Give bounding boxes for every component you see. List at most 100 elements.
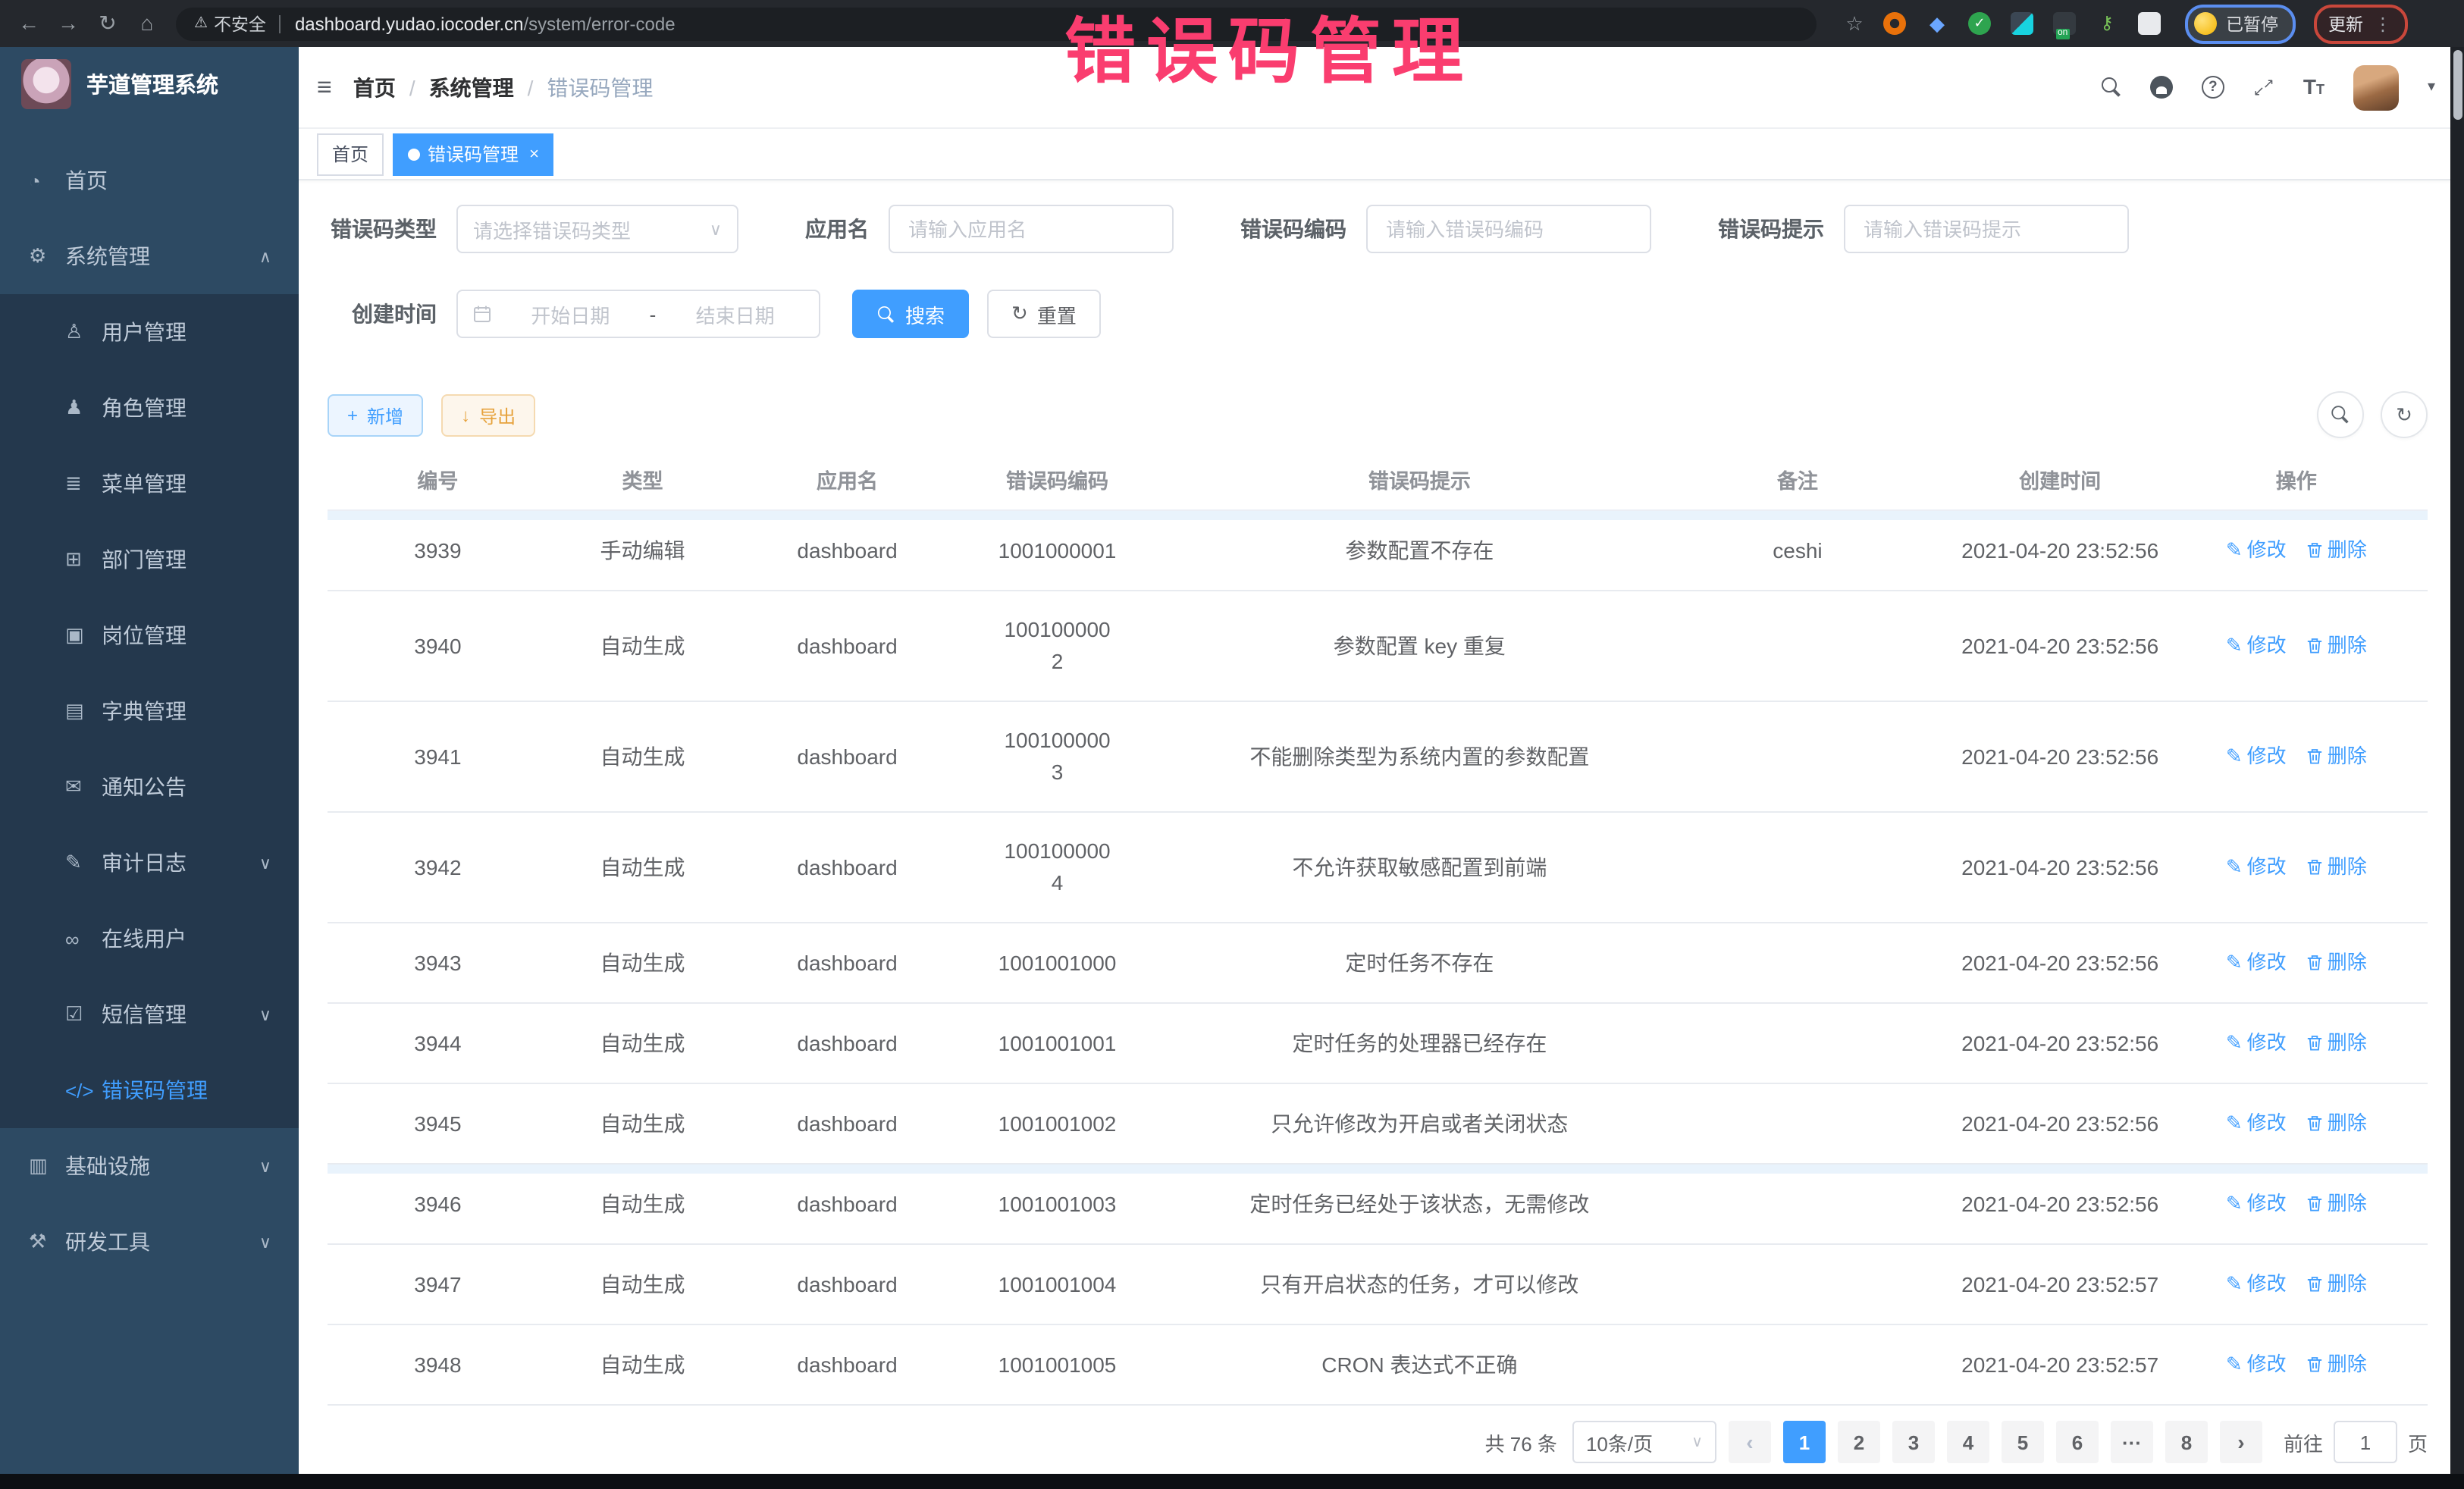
browser-update-button[interactable]: 更新 ⋮ — [2313, 4, 2407, 43]
sidebar-item[interactable]: ≣菜单管理 — [0, 446, 299, 522]
edit-link[interactable]: ✎修改 — [2226, 1187, 2287, 1221]
search-button[interactable]: 搜索 — [852, 290, 969, 338]
edit-link[interactable]: ✎修改 — [2226, 740, 2287, 773]
edit-link[interactable]: ✎修改 — [2226, 1268, 2287, 1301]
dictionary-icon: ▤ — [65, 699, 102, 723]
page-number-button[interactable]: 1 — [1783, 1421, 1826, 1463]
toggle-search-button[interactable] — [2317, 391, 2364, 438]
edit-link[interactable]: ✎修改 — [2226, 1348, 2287, 1381]
breadcrumb-home[interactable]: 首页 — [353, 72, 396, 102]
cell-app: dashboard — [737, 629, 958, 663]
extension-icon[interactable] — [1883, 12, 1906, 35]
error-type-select[interactable]: 请选择错误码类型 ∨ — [456, 205, 738, 253]
github-icon[interactable] — [2150, 76, 2173, 99]
delete-link[interactable]: 删除 — [2306, 946, 2367, 980]
puzzle-extension-icon[interactable] — [2138, 12, 2161, 35]
sidebar-item[interactable]: ✉通知公告 — [0, 749, 299, 825]
add-button[interactable]: + 新增 — [328, 394, 423, 437]
sidebar-item[interactable]: ⊞部门管理 — [0, 522, 299, 597]
delete-link[interactable]: 删除 — [2306, 1107, 2367, 1140]
page-scrollbar[interactable] — [2450, 47, 2464, 1474]
app-name-input[interactable] — [905, 216, 1157, 242]
sidebar-item[interactable]: ⚒研发工具∨ — [0, 1204, 299, 1280]
extension-icon[interactable]: ✓ — [1968, 12, 1991, 35]
search-icon[interactable] — [2102, 77, 2121, 97]
browser-menu-kebab-icon[interactable]: ⋮ — [2374, 13, 2392, 34]
column-header-app: 应用名 — [737, 466, 958, 499]
next-page-button[interactable]: › — [2220, 1421, 2262, 1463]
bookmark-star-icon[interactable]: ☆ — [1838, 11, 1871, 36]
browser-reload-icon[interactable]: ↻ — [88, 0, 127, 47]
browser-home-icon[interactable]: ⌂ — [127, 0, 167, 47]
sidebar-item[interactable]: ◔首页 — [0, 143, 299, 218]
delete-link[interactable]: 删除 — [2306, 534, 2367, 567]
edit-link[interactable]: ✎修改 — [2226, 1107, 2287, 1140]
tag-home[interactable]: 首页 — [317, 133, 384, 175]
browser-back-icon[interactable]: ← — [9, 0, 49, 47]
edit-link[interactable]: ✎修改 — [2226, 946, 2287, 980]
sidebar-item[interactable]: ▥基础设施∨ — [0, 1128, 299, 1204]
delete-link[interactable]: 删除 — [2306, 1348, 2367, 1381]
trash-icon — [2306, 954, 2323, 972]
scrollbar-thumb[interactable] — [2453, 50, 2462, 120]
sidebar-item[interactable]: ♟角色管理 — [0, 370, 299, 446]
page-number-button[interactable]: 3 — [1892, 1421, 1935, 1463]
font-size-icon[interactable]: TT — [2303, 75, 2324, 99]
tag-close-icon[interactable]: × — [529, 145, 539, 163]
delete-link[interactable]: 删除 — [2306, 1187, 2367, 1221]
browser-profile-button[interactable]: 已暂停 — [2185, 4, 2295, 43]
prev-page-button[interactable]: ‹ — [1729, 1421, 1771, 1463]
browser-forward-icon[interactable]: → — [49, 0, 88, 47]
edit-link[interactable]: ✎修改 — [2226, 534, 2287, 567]
page-size-select[interactable]: 10条/页 ∨ — [1572, 1421, 1716, 1463]
edit-link[interactable]: ✎修改 — [2226, 629, 2287, 663]
fullscreen-icon[interactable]: ↗↙ — [2253, 77, 2274, 98]
avatar-caret-icon[interactable]: ▾ — [2428, 79, 2435, 96]
tag-error-code[interactable]: 错误码管理 × — [393, 133, 554, 175]
reset-button[interactable]: ↻ 重置 — [987, 290, 1101, 338]
sidebar-item[interactable]: ♙用户管理 — [0, 294, 299, 370]
sidebar-item[interactable]: ✎审计日志∨ — [0, 825, 299, 901]
refresh-table-button[interactable]: ↻ — [2381, 391, 2428, 438]
extensions-area: ◆ ✓ ⚷ — [1883, 12, 2161, 35]
page-number-button[interactable]: 5 — [2002, 1421, 2044, 1463]
more-pages-button[interactable]: ··· — [2111, 1421, 2153, 1463]
sidebar-item[interactable]: ⚙系统管理∧ — [0, 218, 299, 294]
user-avatar[interactable] — [2353, 64, 2399, 110]
edit-link[interactable]: ✎修改 — [2226, 851, 2287, 884]
delete-link[interactable]: 删除 — [2306, 1268, 2367, 1301]
cell-time: 2021-04-20 23:52:57 — [1913, 1268, 2207, 1301]
delete-link[interactable]: 删除 — [2306, 740, 2367, 773]
date-range-picker[interactable]: 开始日期 - 结束日期 — [456, 290, 820, 338]
sidebar-item[interactable]: ▤字典管理 — [0, 673, 299, 749]
delete-link[interactable]: 删除 — [2306, 851, 2367, 884]
goto-page-input[interactable] — [2334, 1421, 2397, 1463]
extension-icon[interactable] — [2053, 12, 2076, 35]
column-header-type: 类型 — [548, 466, 737, 499]
extension-icon[interactable]: ◆ — [1926, 12, 1948, 35]
app-logo[interactable]: 芋道管理系统 — [0, 47, 299, 118]
page-number-button[interactable]: 4 — [1947, 1421, 1989, 1463]
security-warning[interactable]: ⚠ 不安全 — [194, 11, 266, 36]
sidebar-item[interactable]: ☑短信管理∨ — [0, 976, 299, 1052]
delete-link[interactable]: 删除 — [2306, 1027, 2367, 1060]
error-code-input[interactable] — [1383, 216, 1635, 242]
edit-link[interactable]: ✎修改 — [2226, 1027, 2287, 1060]
sidebar-item[interactable]: ▣岗位管理 — [0, 597, 299, 673]
extension-icon[interactable]: ⚷ — [2096, 12, 2118, 35]
breadcrumb-separator: / — [409, 75, 415, 99]
page-number-button[interactable]: 6 — [2056, 1421, 2099, 1463]
breadcrumb-system[interactable]: 系统管理 — [429, 72, 514, 102]
sidebar: 芋道管理系统 ◔首页⚙系统管理∧ ♙用户管理♟角色管理≣菜单管理⊞部门管理▣岗位… — [0, 47, 299, 1474]
delete-link[interactable]: 删除 — [2306, 629, 2367, 663]
hamburger-icon[interactable]: ≡ — [299, 72, 353, 102]
error-msg-input[interactable] — [1861, 216, 2112, 242]
sidebar-item[interactable]: ∞在线用户 — [0, 901, 299, 976]
sidebar-item[interactable]: </>错误码管理 — [0, 1052, 299, 1128]
extension-icon[interactable] — [2011, 12, 2033, 35]
address-bar[interactable]: ⚠ 不安全 dashboard.yudao.iocoder.cn /system… — [176, 7, 1817, 40]
page-number-button[interactable]: 8 — [2165, 1421, 2208, 1463]
export-button[interactable]: ↓ 导出 — [441, 394, 535, 437]
help-icon[interactable]: ? — [2202, 76, 2224, 99]
page-number-button[interactable]: 2 — [1838, 1421, 1880, 1463]
